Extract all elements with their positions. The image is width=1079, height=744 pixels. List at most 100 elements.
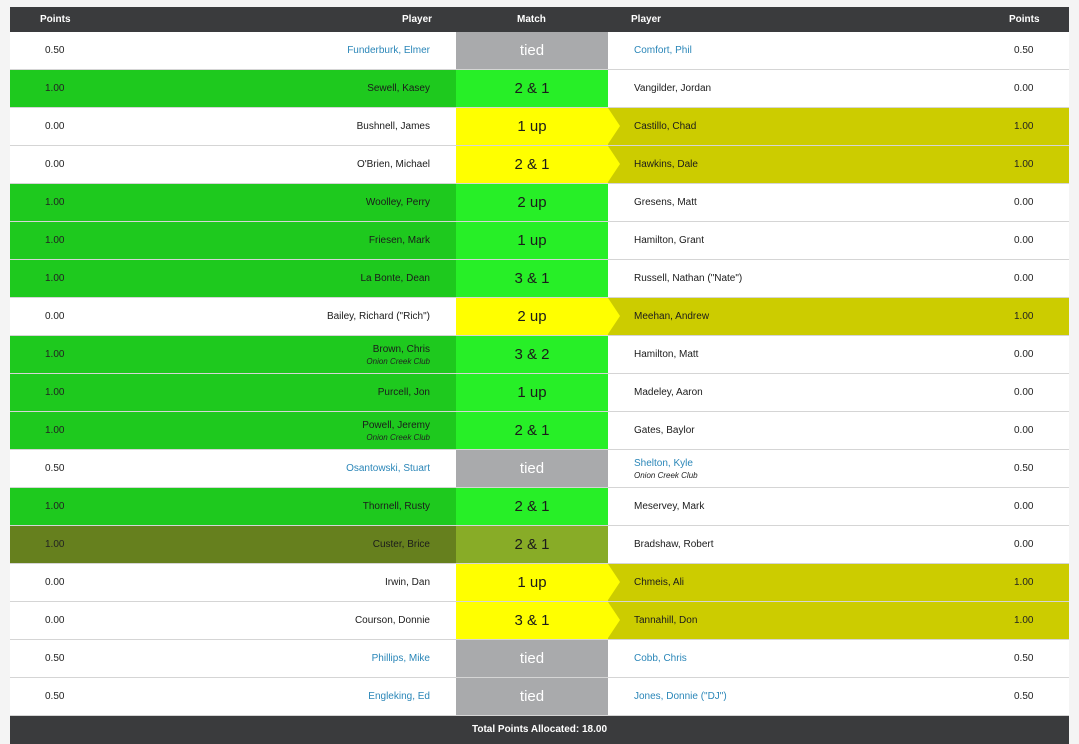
- right-player-cell: Chmeis, Ali: [634, 564, 934, 601]
- left-player-cell: Woolley, Perry: [126, 184, 456, 221]
- match-result: tied: [456, 640, 608, 677]
- right-player-cell: Russell, Nathan ("Nate"): [634, 260, 934, 297]
- match-result: tied: [456, 450, 608, 487]
- right-winner-arrow: [608, 108, 620, 144]
- right-player-link[interactable]: Shelton, Kyle: [634, 458, 934, 469]
- left-points: 1.00: [45, 425, 65, 436]
- right-player-link[interactable]: Cobb, Chris: [634, 653, 934, 664]
- left-player-link[interactable]: La Bonte, Dean: [361, 273, 431, 284]
- left-player-link[interactable]: Brown, Chris: [373, 344, 430, 355]
- table-row: 3 & 1 1.00 La Bonte, Dean Russell, Nathan (…: [10, 260, 1069, 298]
- right-player-link[interactable]: Meehan, Andrew: [634, 311, 934, 322]
- left-player-cell: O'Brien, Michael: [126, 146, 456, 183]
- left-points: 0.50: [45, 463, 65, 474]
- right-player-cell: Hamilton, Matt: [634, 336, 934, 373]
- table-row: 3 & 1 0.00 Courson, Donnie Tannahill, Don 1.…: [10, 602, 1069, 640]
- right-player-link[interactable]: Chmeis, Ali: [634, 577, 934, 588]
- match-result: 2 & 1: [456, 488, 608, 525]
- header-points-left: Points: [40, 14, 71, 25]
- header-player-right: Player: [631, 14, 662, 25]
- left-player-link[interactable]: Funderburk, Elmer: [347, 45, 430, 56]
- right-player-link[interactable]: Tannahill, Don: [634, 615, 934, 626]
- match-result: 1 up: [456, 222, 608, 259]
- table-row: 2 & 1 1.00 Thornell, Rusty Meservey, Mark 0.…: [10, 488, 1069, 526]
- match-result: 2 & 1: [456, 526, 608, 563]
- left-player-link[interactable]: Osantowski, Stuart: [346, 463, 430, 474]
- left-player-cell: Bailey, Richard ("Rich"): [126, 298, 456, 335]
- right-player-link[interactable]: Castillo, Chad: [634, 121, 934, 132]
- match-result: 2 & 1: [456, 70, 608, 107]
- table-row: 3 & 2 1.00 Brown, Chris Onion Creek Club Ham…: [10, 336, 1069, 374]
- match-result: tied: [456, 32, 608, 69]
- left-player-cell: Friesen, Mark: [126, 222, 456, 259]
- right-points: 0.50: [1014, 691, 1034, 702]
- left-player-link[interactable]: Friesen, Mark: [369, 235, 430, 246]
- right-player-cell: Tannahill, Don: [634, 602, 934, 639]
- right-player-cell: Vangilder, Jordan: [634, 70, 934, 107]
- right-player-club: Onion Creek Club: [634, 470, 698, 480]
- right-points: 0.50: [1014, 653, 1034, 664]
- left-player-link[interactable]: Purcell, Jon: [378, 387, 430, 398]
- left-player-cell: Engleking, Ed: [126, 678, 456, 715]
- right-player-link[interactable]: Hamilton, Matt: [634, 349, 934, 360]
- right-player-link[interactable]: Jones, Donnie ("DJ"): [634, 691, 934, 702]
- left-player-link[interactable]: Irwin, Dan: [385, 577, 430, 588]
- right-player-link[interactable]: Vangilder, Jordan: [634, 83, 934, 94]
- right-points: 0.00: [1014, 425, 1034, 436]
- left-player-link[interactable]: Bushnell, James: [357, 121, 430, 132]
- left-player-link[interactable]: Custer, Brice: [373, 539, 430, 550]
- left-player-cell: La Bonte, Dean: [126, 260, 456, 297]
- left-player-link[interactable]: Sewell, Kasey: [367, 83, 430, 94]
- left-player-cell: Brown, Chris Onion Creek Club: [126, 336, 456, 373]
- left-points: 0.50: [45, 45, 65, 56]
- right-player-link[interactable]: Madeley, Aaron: [634, 387, 934, 398]
- table-row: tied 0.50 Osantowski, Stuart Shelton, Kyle O…: [10, 450, 1069, 488]
- left-player-club: Onion Creek Club: [366, 356, 430, 366]
- right-player-link[interactable]: Hamilton, Grant: [634, 235, 934, 246]
- left-player-link[interactable]: Bailey, Richard ("Rich"): [327, 311, 430, 322]
- right-points: 1.00: [1014, 311, 1034, 322]
- match-results-table: Points Player Match Player Points tied 0.…: [10, 7, 1069, 744]
- match-result: 2 & 1: [456, 412, 608, 449]
- match-result: 3 & 1: [456, 602, 608, 639]
- right-player-cell: Gates, Baylor: [634, 412, 934, 449]
- match-result: 2 up: [456, 298, 608, 335]
- left-player-cell: Osantowski, Stuart: [126, 450, 456, 487]
- right-points: 0.00: [1014, 387, 1034, 398]
- table-row: tied 0.50 Phillips, Mike Cobb, Chris 0.50: [10, 640, 1069, 678]
- table-row: 1 up 1.00 Purcell, Jon Madeley, Aaron 0.00: [10, 374, 1069, 412]
- right-player-link[interactable]: Hawkins, Dale: [634, 159, 934, 170]
- left-player-link[interactable]: Woolley, Perry: [366, 197, 430, 208]
- right-winner-arrow: [608, 602, 620, 638]
- left-points: 0.00: [45, 577, 65, 588]
- left-player-link[interactable]: Powell, Jeremy: [362, 420, 430, 431]
- match-result: 1 up: [456, 374, 608, 411]
- table-row: 2 & 1 1.00 Sewell, Kasey Vangilder, Jordan 0…: [10, 70, 1069, 108]
- left-player-cell: Funderburk, Elmer: [126, 32, 456, 69]
- right-player-cell: Hawkins, Dale: [634, 146, 934, 183]
- right-player-link[interactable]: Gresens, Matt: [634, 197, 934, 208]
- right-points: 1.00: [1014, 121, 1034, 132]
- left-player-cell: Courson, Donnie: [126, 602, 456, 639]
- right-player-cell: Shelton, Kyle Onion Creek Club: [634, 450, 934, 487]
- right-player-link[interactable]: Russell, Nathan ("Nate"): [634, 273, 934, 284]
- header-match: Match: [517, 14, 546, 25]
- left-player-link[interactable]: O'Brien, Michael: [357, 159, 430, 170]
- table-row: 1 up 0.00 Bushnell, James Castillo, Chad 1.0…: [10, 108, 1069, 146]
- left-player-link[interactable]: Courson, Donnie: [355, 615, 430, 626]
- right-player-link[interactable]: Comfort, Phil: [634, 45, 934, 56]
- left-player-cell: Powell, Jeremy Onion Creek Club: [126, 412, 456, 449]
- right-player-link[interactable]: Gates, Baylor: [634, 425, 934, 436]
- left-points: 0.50: [45, 653, 65, 664]
- left-player-link[interactable]: Engleking, Ed: [368, 691, 430, 702]
- left-points: 1.00: [45, 235, 65, 246]
- right-player-link[interactable]: Meservey, Mark: [634, 501, 934, 512]
- left-player-cell: Sewell, Kasey: [126, 70, 456, 107]
- right-points: 0.00: [1014, 273, 1034, 284]
- left-player-link[interactable]: Phillips, Mike: [372, 653, 430, 664]
- right-points: 1.00: [1014, 615, 1034, 626]
- left-player-link[interactable]: Thornell, Rusty: [363, 501, 430, 512]
- right-player-link[interactable]: Bradshaw, Robert: [634, 539, 934, 550]
- right-points: 0.00: [1014, 349, 1034, 360]
- table-row: 2 & 1 1.00 Powell, Jeremy Onion Creek Club G…: [10, 412, 1069, 450]
